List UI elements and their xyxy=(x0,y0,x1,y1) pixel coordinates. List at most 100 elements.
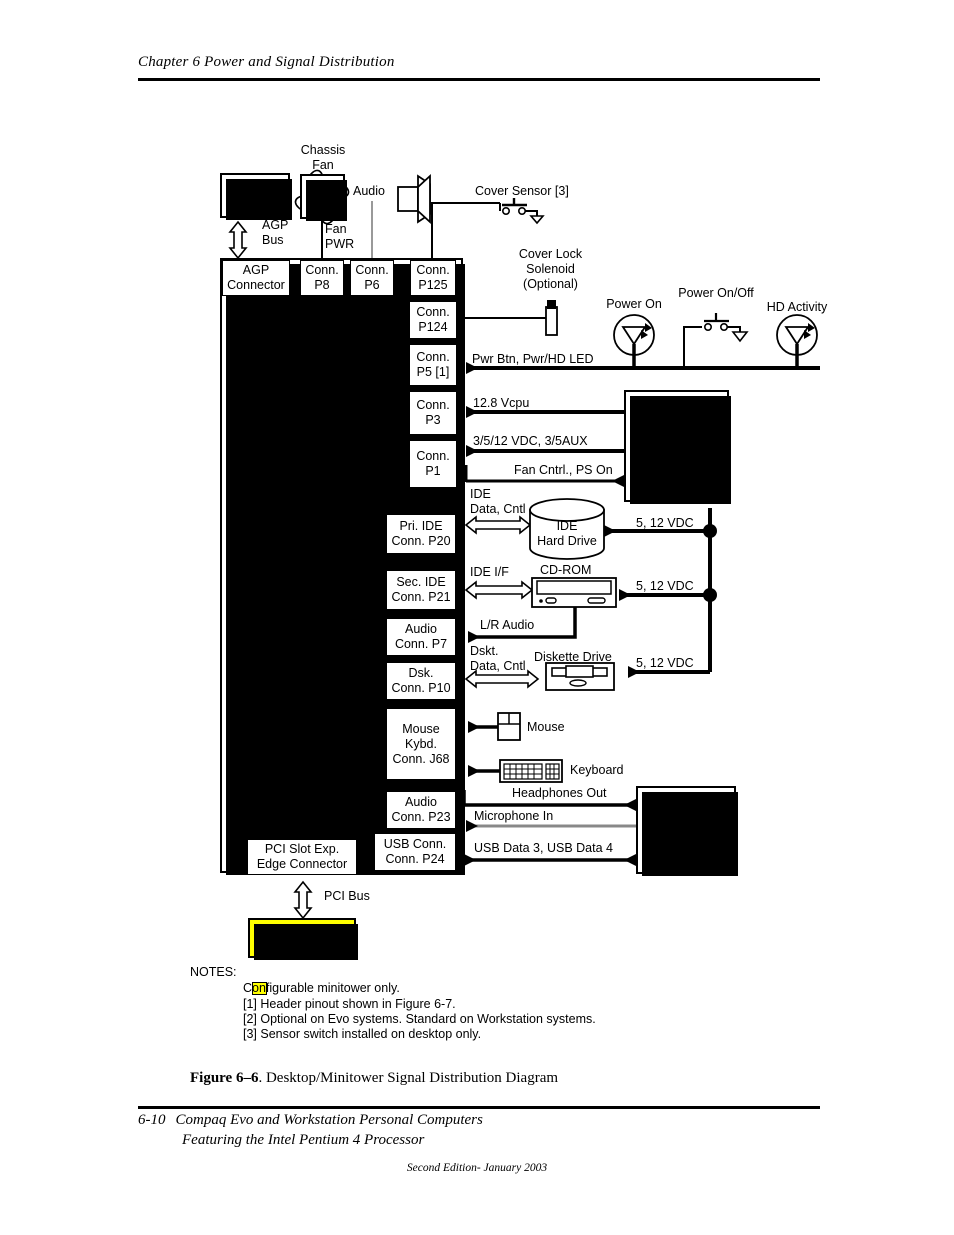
pci-slot-exp-card-block[interactable]: PCI Slot Exp. Card xyxy=(248,918,358,960)
connector-usb-p24[interactable]: USB Conn. Conn. P24 xyxy=(374,833,456,871)
connector-p1[interactable]: Conn. P1 xyxy=(409,440,457,488)
connector-pri-ide-p20[interactable]: Pri. IDE Conn. P20 xyxy=(386,514,456,554)
audio-usb-io-board-block[interactable]: Audio/USB I/O Board Assembly [2] xyxy=(636,786,738,876)
connector-p7-l2: Conn. P7 xyxy=(394,637,448,651)
system-board-title-l2: Board xyxy=(234,497,273,514)
diskette-drive-label: Diskette Drive xyxy=(534,650,612,664)
figure-caption: Figure 6–6. Desktop/Minitower Signal Dis… xyxy=(190,1070,558,1087)
fan-cntrl-label: Fan Cntrl., PS On xyxy=(514,463,613,477)
power-supply-l1: Power xyxy=(658,423,695,438)
connector-p124[interactable]: Conn. P124 xyxy=(409,301,457,339)
connector-p8-l2: P8 xyxy=(314,278,330,292)
connector-p1-l2: P1 xyxy=(425,464,441,478)
graphics-controller-block[interactable]: Graphics Controller xyxy=(220,173,292,220)
connector-p23-l2: Conn. P23 xyxy=(391,810,451,824)
connector-p20-l1: Pri. IDE xyxy=(399,519,443,533)
mouse-label: Mouse xyxy=(527,720,565,734)
microphone-in-label: Microphone In xyxy=(474,809,554,823)
graphics-controller-line1: Graphics xyxy=(229,180,281,195)
footer-rule xyxy=(138,1106,820,1109)
system-board-title-l1: System xyxy=(234,479,283,495)
chassis-fan-label: Chassis Fan xyxy=(296,143,350,173)
connector-audio-p23[interactable]: Audio Conn. P23 xyxy=(386,791,456,829)
connector-p6-l1: Conn. xyxy=(355,263,389,277)
vcpu-label: 12.8 Vcpu xyxy=(473,396,530,410)
connector-dsk-p10[interactable]: Dsk. Conn. P10 xyxy=(386,662,456,700)
connector-p6[interactable]: Conn. P6 xyxy=(350,260,394,296)
connector-p3-l1: Conn. xyxy=(416,398,450,412)
ide-hdd-l1: IDE xyxy=(556,519,578,533)
speaker-icon xyxy=(397,173,431,225)
fan-pwr-l2: PWR xyxy=(325,237,355,251)
footer-edition: Second Edition- January 2003 xyxy=(406,1162,548,1174)
footer-line-2: Featuring the Intel Pentium 4 Processor xyxy=(182,1132,425,1148)
power-on-off-label: Power On/Off xyxy=(678,286,754,300)
connector-p7-l1: Audio xyxy=(405,622,437,636)
agp-bus-l1: AGP xyxy=(262,218,289,232)
connector-agp-l2: Connector xyxy=(227,278,285,292)
connector-p6-l2: P6 xyxy=(364,278,380,292)
audio-usb-l2: I/O Board xyxy=(659,822,713,837)
agp-bus-l2: Bus xyxy=(262,233,284,247)
connector-agp[interactable]: AGP Connector xyxy=(222,260,290,296)
cover-lock-solenoid xyxy=(545,300,558,336)
notes-title: NOTES: xyxy=(190,965,237,979)
system-board-sub-l2: 011348) xyxy=(242,529,284,542)
pci-bus-label: PCI Bus xyxy=(324,889,370,903)
power-supply-l3: Assembly xyxy=(649,453,704,468)
ide-if-arrow xyxy=(464,580,534,600)
connector-p10-l1: Dsk. xyxy=(408,666,434,680)
connector-p10-l2: Conn. P10 xyxy=(391,681,451,695)
system-board-sub-l1: (PCA #011345 or xyxy=(234,515,322,528)
pci-card-l2: Card xyxy=(288,938,316,952)
connector-p20-l2: Conn. P20 xyxy=(391,534,451,548)
power-on-label: Power On xyxy=(606,297,662,311)
figure-caption-text: . Desktop/Minitower Signal Distribution … xyxy=(258,1070,559,1086)
audio-label: Audio xyxy=(353,184,385,198)
mouse-icon xyxy=(497,712,521,741)
connector-p125-l2: P125 xyxy=(418,278,448,292)
connector-audio-p7[interactable]: Audio Conn. P7 xyxy=(386,618,456,656)
pwr-btn-led-label: Pwr Btn, Pwr/HD LED xyxy=(472,352,594,366)
connector-sec-ide-p21[interactable]: Sec. IDE Conn. P21 xyxy=(386,570,456,610)
connector-pci-edge[interactable]: PCI Slot Exp. Edge Connector xyxy=(247,839,357,875)
headphones-out-label: Headphones Out xyxy=(512,786,607,800)
hd-activity-led xyxy=(776,314,818,368)
audio-usb-l1: Audio/USB xyxy=(655,807,717,822)
note-item-3: [3] Sensor switch installed on desktop o… xyxy=(243,1027,482,1041)
cover-sensor-wire xyxy=(431,202,500,258)
dskt-data-label: Dskt. Data, Cntl xyxy=(470,644,526,674)
cover-sensor-switch xyxy=(499,198,545,225)
note-item-1: [1] Header pinout shown in Figure 6-7. xyxy=(243,997,456,1011)
dskt-data-l2: Data, Cntl xyxy=(470,659,526,673)
connector-p8[interactable]: Conn. P8 xyxy=(300,260,344,296)
footer-line-1: 6-10 Compaq Evo and Workstation Personal … xyxy=(138,1112,483,1129)
vdc-dskt-label: 5, 12 VDC xyxy=(636,656,694,670)
connector-p21-l1: Sec. IDE xyxy=(396,575,446,589)
graphics-controller-line2: Controller xyxy=(227,195,283,210)
connector-p3[interactable]: Conn. P3 xyxy=(409,391,457,435)
connector-p24-l2: Conn. P24 xyxy=(385,852,445,866)
cover-sensor-label: Cover Sensor [3] xyxy=(475,184,569,198)
connector-p1-l1: Conn. xyxy=(416,449,450,463)
power-on-off-switch xyxy=(683,313,749,368)
note-item-2: [2] Optional on Evo systems. Standard on… xyxy=(243,1012,596,1026)
connector-mouse-kybd-j68[interactable]: Mouse Kybd. Conn. J68 xyxy=(386,708,456,780)
ide-data-label: IDE Data, Cntl xyxy=(470,487,526,517)
connector-p125[interactable]: Conn. P125 xyxy=(410,260,456,296)
footer-title: Compaq Evo and Workstation Personal Comp… xyxy=(175,1112,483,1128)
connector-p8-l1: Conn. xyxy=(305,263,339,277)
chassis-fan-block[interactable] xyxy=(300,174,347,221)
cdrom-drive-icon xyxy=(531,577,617,608)
vdc-hdd-label: 5, 12 VDC xyxy=(636,516,694,530)
footer-page-number: 6-10 xyxy=(138,1112,166,1128)
power-supply-block[interactable]: Power Supply Assembly xyxy=(624,390,731,504)
connector-p23-l1: Audio xyxy=(405,795,437,809)
usb-data-label: USB Data 3, USB Data 4 xyxy=(474,841,613,855)
keyboard-label: Keyboard xyxy=(570,763,624,777)
cover-lock-l1: Cover Lock xyxy=(518,247,583,261)
connector-p5[interactable]: Conn. P5 [1] xyxy=(409,344,457,386)
connector-p21-l2: Conn. P21 xyxy=(391,590,451,604)
ide-data-l1: IDE xyxy=(470,487,491,501)
fan-pwr-l1: Fan xyxy=(325,222,347,236)
